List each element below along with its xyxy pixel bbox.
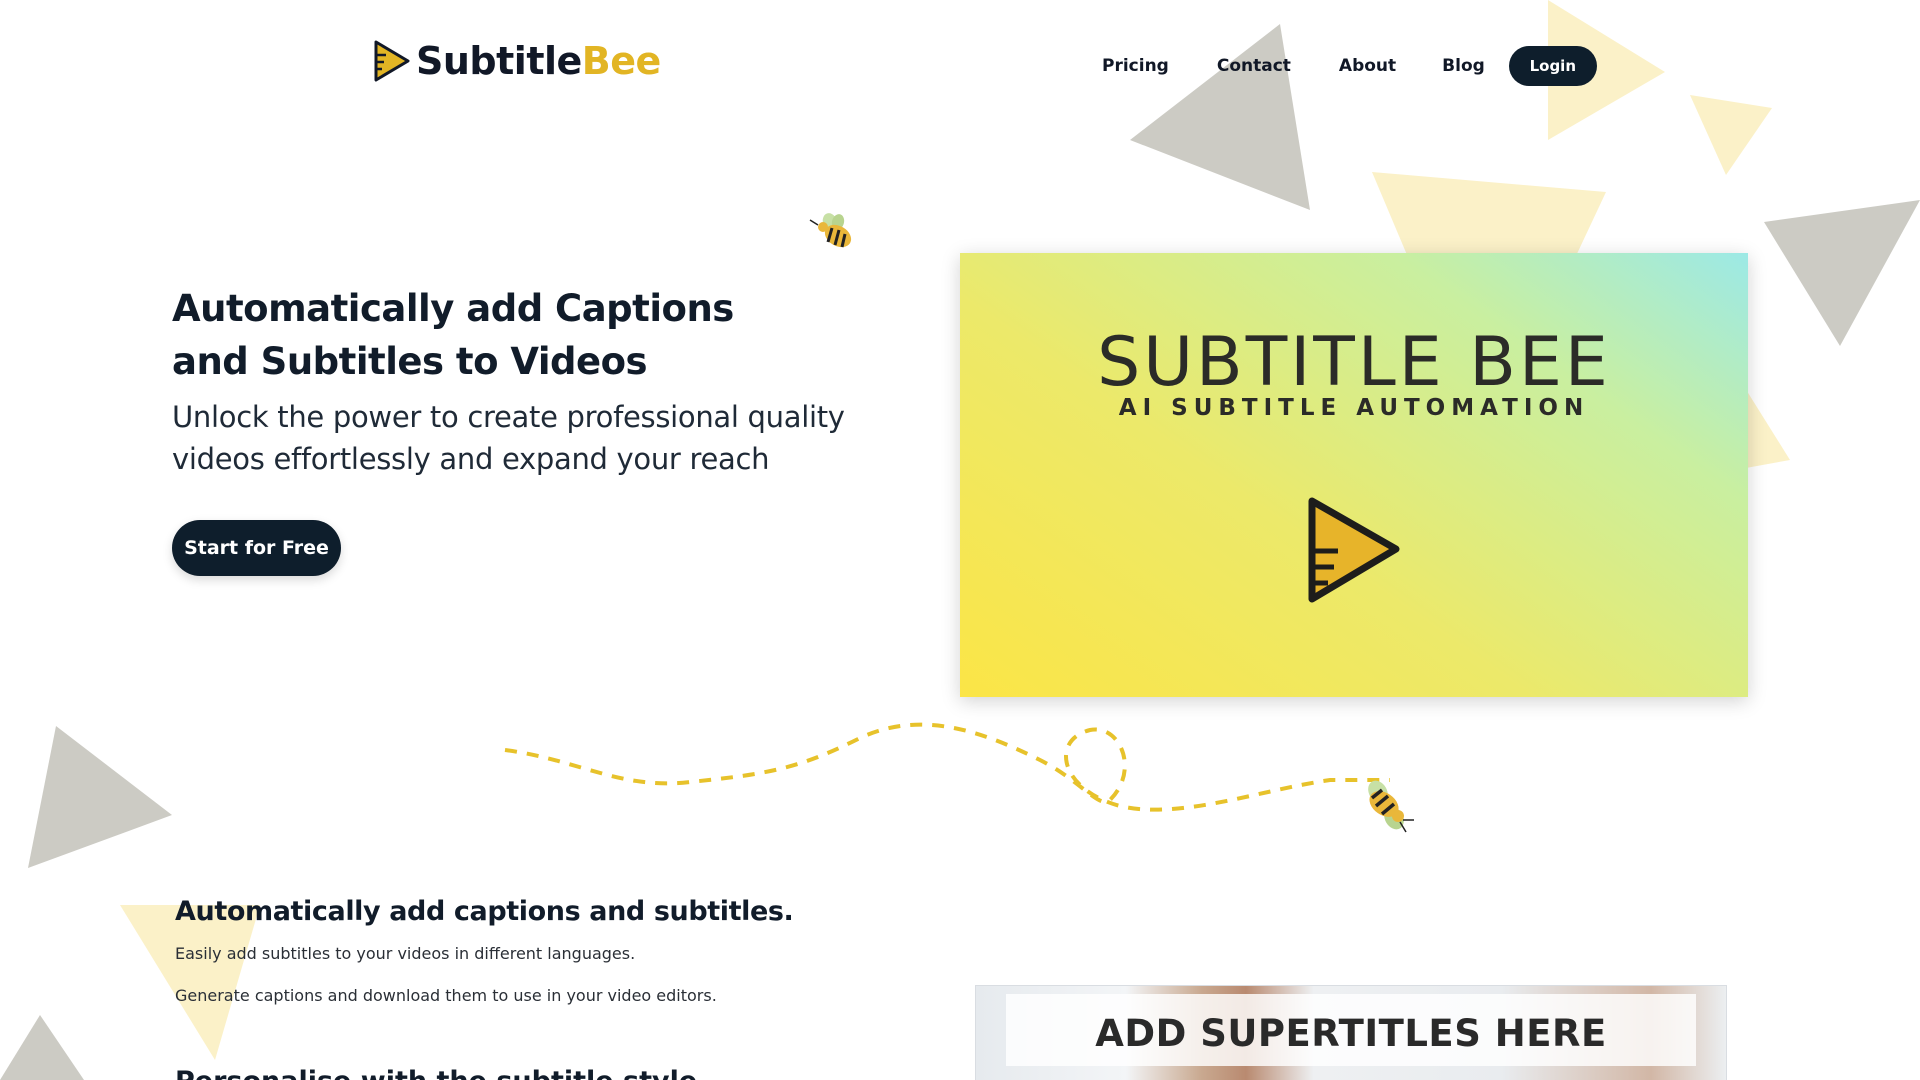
preview-caption-text: ADD SUPERTITLES HERE [1095,1012,1607,1055]
hero-subtitle: Unlock the power to create professional … [172,400,845,476]
nav-link-contact[interactable]: Contact [1217,48,1291,84]
nav-link-pricing[interactable]: Pricing [1102,48,1169,84]
bee-icon-flying [1368,780,1414,833]
features-paragraph: Easily add subtitles to your videos in d… [175,944,636,963]
bee-flight-path [504,722,1390,812]
video-tagline: AI SUBTITLE AUTOMATION [1118,395,1590,421]
login-button[interactable]: Login [1508,46,1597,86]
gray-triangle-right [1764,200,1920,346]
promo-video[interactable]: SUBTITLE BEE AI SUBTITLE AUTOMATION [960,253,1748,697]
top-nav: Pricing Contact About Blog Login [1080,46,1597,86]
yellow-triangle-left [120,905,260,1060]
play-icon[interactable] [1304,495,1404,607]
start-for-free-button[interactable]: Start for Free [172,520,341,576]
brand-name: SubtitleBee [416,39,661,83]
bee-icon [809,213,852,248]
nav-link-blog[interactable]: Blog [1442,48,1485,84]
features-title: Automatically add captions and subtitles… [175,896,794,927]
logo-play-icon [374,40,410,82]
hero-title: Automatically add Captions and Subtitles… [172,287,734,383]
gray-triangle-bottom-left [0,1015,84,1080]
style-section-title: Personalise with the subtitle style [175,1066,697,1080]
gray-triangle-left [28,726,172,868]
yellow-triangle-small [1690,95,1772,175]
supertitle-preview: ADD SUPERTITLES HERE [975,985,1727,1080]
features-paragraph: Generate captions and download them to u… [175,986,717,1005]
nav-link-about[interactable]: About [1339,48,1396,84]
video-title: SUBTITLE BEE [1097,323,1611,402]
brand-logo[interactable]: SubtitleBee [372,38,661,84]
